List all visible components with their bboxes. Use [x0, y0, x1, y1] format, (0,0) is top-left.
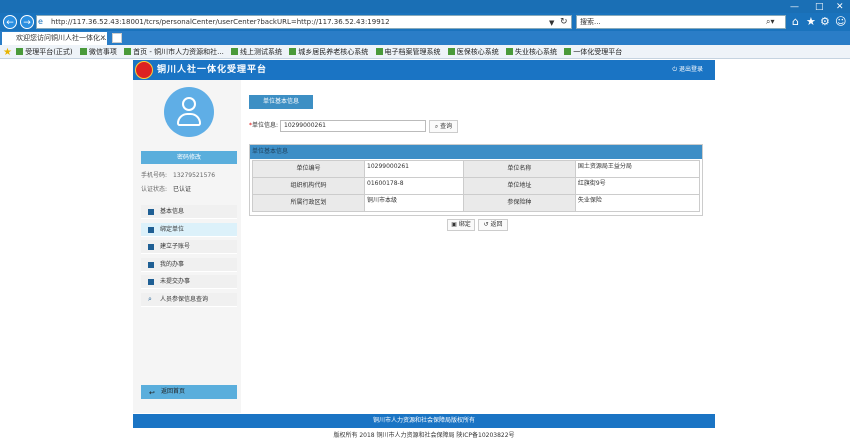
back-home-button[interactable]: ↩ 返回首页 — [141, 385, 237, 399]
feedback-icon[interactable]: ☺ — [835, 15, 846, 29]
phone-line: 手机号码: 13279521576 — [141, 172, 216, 179]
sidebar-item-bind-unit[interactable]: 绑定单位 — [141, 223, 237, 237]
query-label: *单位信息: — [249, 122, 279, 129]
browser-tab[interactable]: 欢迎您访问铜川人社一体化... ✕ — [2, 32, 107, 45]
cell-label: 单位编号 — [252, 160, 365, 178]
cell-value: 国土资源局王益分局 — [574, 160, 701, 178]
cell-value: 10299000261 — [364, 160, 464, 178]
sidebar-item-my-affairs[interactable]: 我的办事 — [141, 258, 237, 272]
page-icon — [124, 48, 132, 55]
favorite-link[interactable]: 线上测试系统 — [231, 45, 282, 58]
favorite-link[interactable]: 微信事项 — [79, 45, 117, 58]
page-icon — [447, 48, 455, 55]
user-head-icon — [182, 97, 196, 111]
document-icon — [148, 244, 154, 250]
forward-icon[interactable]: → — [20, 15, 34, 29]
minimize-button[interactable]: — — [790, 2, 799, 12]
favorites-bar: ★ 受理平台(正式) 微信事项 首页 - 铜川市人力资源和社... 线上测试系统… — [0, 45, 850, 59]
ie-page-icon: e — [38, 17, 43, 26]
search-icon[interactable]: ⌕▾ — [766, 15, 775, 29]
cell-label: 单位地址 — [462, 177, 576, 195]
footer-icp: 版权所有 2018 铜川市人力资源和社会保障局 陕ICP备10203822号 — [333, 432, 515, 439]
search-input[interactable]: 搜索... — [576, 15, 786, 29]
footer-copyright: 铜川市人力资源和社会保障局版权所有 — [133, 414, 715, 428]
home-icon[interactable]: ⌂ — [792, 15, 799, 29]
save-icon: ▣ — [451, 221, 459, 228]
cell-value: 红旗街9号 — [574, 177, 701, 195]
cell-label: 参保险种 — [462, 194, 576, 212]
panel-title: 单位基本信息 — [250, 145, 702, 159]
unit-basic-info-tab[interactable]: 单位基本信息 — [249, 95, 313, 109]
logout-link[interactable]: ⏻ 退出登录 — [672, 65, 703, 75]
tab-bar: 欢迎您访问铜川人社一体化... ✕ — [0, 31, 850, 45]
tab-close-icon[interactable]: ✕ — [100, 32, 106, 45]
page-icon — [289, 48, 297, 55]
sidebar-item-create-subaccount[interactable]: 建立子账号 — [141, 240, 237, 254]
window-titlebar: — □ ✕ — [0, 0, 850, 14]
favorites-star-icon[interactable]: ★ — [806, 15, 816, 29]
url-input[interactable]: http://117.36.52.43:18001/tcrs/personalC… — [36, 15, 572, 29]
unit-info-table: 单位编号 10299000261 单位名称 国土资源局王益分局 组织机构代码 0… — [252, 160, 701, 212]
table-row: 所属行政区划 铜川市本级 参保险种 失业保险 — [252, 194, 701, 212]
avatar — [164, 87, 214, 137]
user-icon — [148, 209, 154, 215]
unit-info-input[interactable]: 10299000261 — [280, 120, 426, 132]
bind-button[interactable]: ▣ 绑定 — [447, 219, 475, 231]
sidebar-item-basic-info[interactable]: 基本信息 — [141, 205, 237, 219]
site-title: 铜川人社一体化受理平台 — [157, 65, 268, 75]
page-icon — [564, 48, 572, 55]
search-icon: ⌕ — [148, 295, 152, 303]
change-password-button[interactable]: 密码修改 — [141, 151, 237, 164]
cell-label: 组织机构代码 — [252, 177, 365, 195]
close-window-button[interactable]: ✕ — [836, 2, 844, 12]
favorite-link[interactable]: 受理平台(正式) — [16, 45, 73, 58]
gear-icon[interactable]: ⚙ — [820, 15, 830, 29]
cell-value: 失业保险 — [574, 194, 701, 212]
refresh-icon[interactable]: ↻ — [560, 15, 568, 29]
table-row: 组织机构代码 01600178-8 单位地址 红旗街9号 — [252, 177, 701, 195]
favorite-link[interactable]: 医保核心系统 — [447, 45, 499, 58]
maximize-button[interactable]: □ — [815, 2, 824, 12]
address-bar: ← → http://117.36.52.43:18001/tcrs/perso… — [0, 13, 850, 31]
table-row: 单位编号 10299000261 单位名称 国土资源局王益分局 — [252, 160, 701, 178]
page-icon — [16, 48, 24, 55]
auth-line: 认证状态: 已认证 — [141, 186, 192, 193]
favorite-link[interactable]: 首页 - 铜川市人力资源和社... — [124, 45, 224, 58]
favorite-link[interactable]: 一体化受理平台 — [564, 45, 622, 58]
sidebar-item-insurance-query[interactable]: ⌕ 人员参保信息查询 — [141, 293, 237, 307]
favorite-link[interactable]: 电子档案管理系统 — [375, 45, 441, 58]
document-icon — [148, 227, 154, 233]
favorite-link[interactable]: 失业核心系统 — [505, 45, 557, 58]
cell-label: 单位名称 — [462, 160, 576, 178]
book-icon — [148, 279, 154, 285]
new-tab-button[interactable] — [112, 33, 122, 43]
emblem-logo — [135, 61, 153, 79]
page-icon — [375, 48, 383, 55]
site-header: 铜川人社一体化受理平台 ⏻ 退出登录 — [133, 60, 715, 80]
book-icon — [148, 262, 154, 268]
cell-value: 铜川市本级 — [364, 194, 464, 212]
query-button[interactable]: ⌕ 查询 — [429, 120, 458, 133]
dropdown-arrow-icon[interactable]: ▼ — [549, 16, 554, 30]
page-icon — [505, 48, 513, 55]
tab-title: 欢迎您访问铜川人社一体化... — [16, 34, 107, 42]
power-icon: ⏻ — [672, 66, 679, 73]
page-icon — [79, 48, 87, 55]
back-icon[interactable]: ← — [3, 15, 17, 29]
unit-info-panel: 单位基本信息 单位编号 10299000261 单位名称 国土资源局王益分局 组… — [249, 144, 703, 216]
back-button[interactable]: ↺ 返回 — [478, 219, 508, 231]
favorites-star-icon[interactable]: ★ — [3, 47, 12, 58]
back-arrow-icon: ↩ — [149, 389, 155, 397]
page-icon — [231, 48, 239, 55]
favorite-link[interactable]: 城乡居民养老核心系统 — [289, 45, 368, 58]
cell-value: 01600178-8 — [364, 177, 464, 195]
user-body-icon — [177, 113, 201, 126]
cell-label: 所属行政区划 — [252, 194, 365, 212]
sidebar-item-unsubmitted[interactable]: 未提交办事 — [141, 275, 237, 289]
